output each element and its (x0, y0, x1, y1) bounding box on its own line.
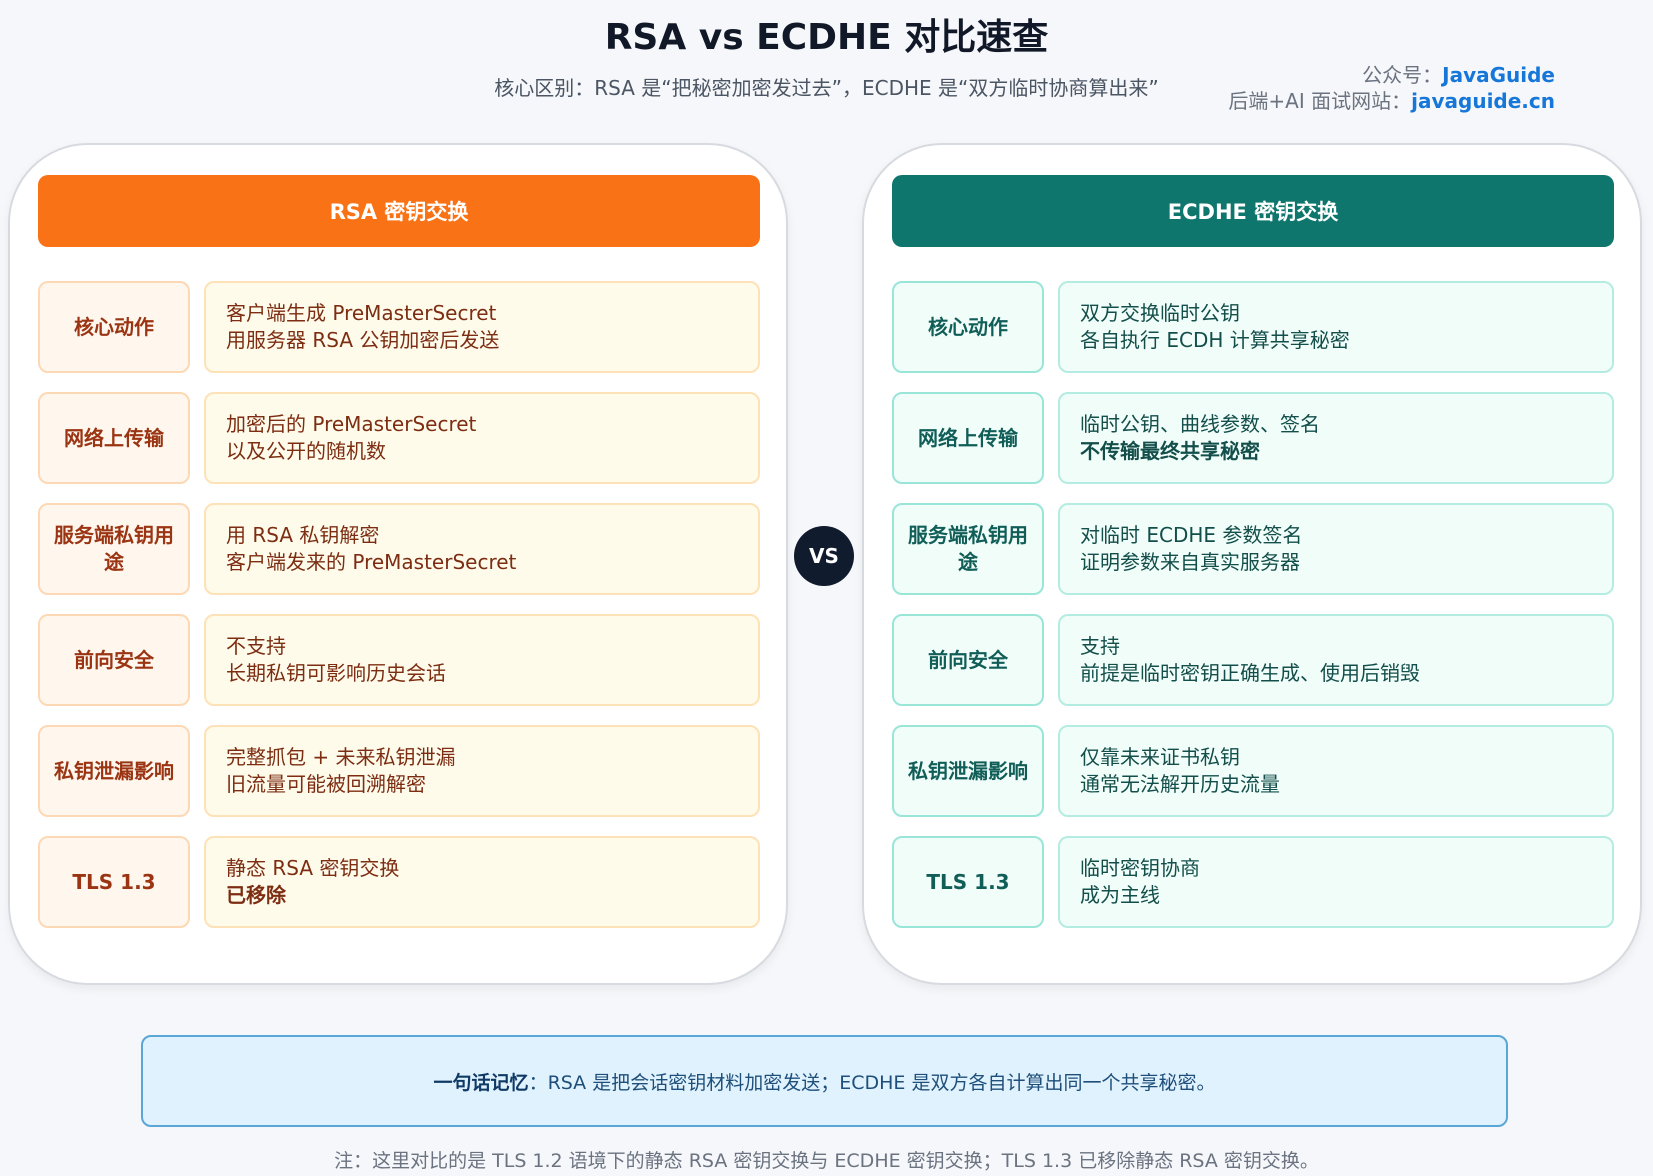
rsa-row-line2: 以及公开的随机数 (226, 439, 386, 463)
rsa-row-line1: 完整抓包 + 未来私钥泄漏 (226, 745, 456, 769)
ecdhe-row-value: 支持 前提是临时密钥正确生成、使用后销毁 (1058, 614, 1614, 706)
footnote: 注：这里对比的是 TLS 1.2 语境下的静态 RSA 密钥交换与 ECDHE … (334, 1150, 1319, 1172)
ecdhe-row-line2: 各自执行 ECDH 计算共享秘密 (1080, 328, 1350, 352)
rsa-row-value: 客户端生成 PreMasterSecret 用服务器 RSA 公钥加密后发送 (204, 281, 760, 373)
ecdhe-row-forward-secrecy: 前向安全 支持 前提是临时密钥正确生成、使用后销毁 (892, 614, 1614, 706)
ecdhe-row-label: 前向安全 (892, 614, 1044, 706)
ecdhe-row-line1: 对临时 ECDHE 参数签名 (1080, 523, 1303, 547)
rsa-row-value: 静态 RSA 密钥交换 已移除 (204, 836, 760, 928)
rsa-row-line2: 已移除 (226, 883, 286, 907)
credit-site-label: 后端+AI 面试网站： (1228, 89, 1412, 113)
rsa-row-value: 加密后的 PreMasterSecret 以及公开的随机数 (204, 392, 760, 484)
credit-site-link[interactable]: javaguide.cn (1411, 89, 1555, 113)
rsa-row-private-key-use: 服务端私钥用途 用 RSA 私钥解密 客户端发来的 PreMasterSecre… (38, 503, 760, 595)
rsa-row-line2: 旧流量可能被回溯解密 (226, 772, 426, 796)
page-title: RSA vs ECDHE 对比速查 (604, 17, 1049, 58)
credit-line-site: 后端+AI 面试网站：javaguide.cn (1228, 88, 1555, 114)
ecdhe-panel-header: ECDHE 密钥交换 (892, 175, 1614, 247)
rsa-row-line2: 用服务器 RSA 公钥加密后发送 (226, 328, 500, 352)
ecdhe-row-network: 网络上传输 临时公钥、曲线参数、签名 不传输最终共享秘密 (892, 392, 1614, 484)
rsa-row-value: 不支持 长期私钥可影响历史会话 (204, 614, 760, 706)
rsa-row-label: 网络上传输 (38, 392, 190, 484)
ecdhe-row-value: 双方交换临时公钥 各自执行 ECDH 计算共享秘密 (1058, 281, 1614, 373)
ecdhe-row-line2: 不传输最终共享秘密 (1080, 439, 1260, 463)
rsa-row-value: 用 RSA 私钥解密 客户端发来的 PreMasterSecret (204, 503, 760, 595)
rsa-row-label: 核心动作 (38, 281, 190, 373)
ecdhe-row-line1: 双方交换临时公钥 (1080, 301, 1240, 325)
ecdhe-row-label: 私钥泄漏影响 (892, 725, 1044, 817)
ecdhe-row-label: TLS 1.3 (892, 836, 1044, 928)
ecdhe-row-label: 核心动作 (892, 281, 1044, 373)
rsa-row-label: 服务端私钥用途 (38, 503, 190, 595)
ecdhe-row-line2: 成为主线 (1080, 883, 1160, 907)
rsa-row-line1: 不支持 (226, 634, 286, 658)
rsa-row-network: 网络上传输 加密后的 PreMasterSecret 以及公开的随机数 (38, 392, 760, 484)
rsa-row-line2: 客户端发来的 PreMasterSecret (226, 550, 517, 574)
rsa-row-value: 完整抓包 + 未来私钥泄漏 旧流量可能被回溯解密 (204, 725, 760, 817)
ecdhe-row-value: 临时密钥协商 成为主线 (1058, 836, 1614, 928)
memo-box: 一句话记忆 ：RSA 是把会话密钥材料加密发送；ECDHE 是双方各自计算出同一个… (141, 1035, 1508, 1127)
ecdhe-row-label: 网络上传输 (892, 392, 1044, 484)
rsa-panel: RSA 密钥交换 核心动作 客户端生成 PreMasterSecret 用服务器… (8, 143, 788, 985)
rsa-row-line2: 长期私钥可影响历史会话 (226, 661, 446, 685)
credit-wechat-label: 公众号： (1362, 63, 1443, 87)
credit-block: 公众号：JavaGuide 后端+AI 面试网站：javaguide.cn (1228, 62, 1555, 114)
credit-wechat-link[interactable]: JavaGuide (1442, 63, 1555, 87)
rsa-row-key-leak: 私钥泄漏影响 完整抓包 + 未来私钥泄漏 旧流量可能被回溯解密 (38, 725, 760, 817)
memo-lead: 一句话记忆 (433, 1071, 529, 1094)
ecdhe-row-line2: 证明参数来自真实服务器 (1080, 550, 1300, 574)
ecdhe-row-line1: 仅靠未来证书私钥 (1080, 745, 1240, 769)
credit-line-wechat: 公众号：JavaGuide (1228, 62, 1555, 88)
rsa-row-label: TLS 1.3 (38, 836, 190, 928)
rsa-row-line1: 客户端生成 PreMasterSecret (226, 301, 497, 325)
rsa-row-label: 前向安全 (38, 614, 190, 706)
rsa-row-line1: 用 RSA 私钥解密 (226, 523, 380, 547)
rsa-row-core-action: 核心动作 客户端生成 PreMasterSecret 用服务器 RSA 公钥加密… (38, 281, 760, 373)
ecdhe-row-private-key-use: 服务端私钥用途 对临时 ECDHE 参数签名 证明参数来自真实服务器 (892, 503, 1614, 595)
ecdhe-row-key-leak: 私钥泄漏影响 仅靠未来证书私钥 通常无法解开历史流量 (892, 725, 1614, 817)
ecdhe-row-value: 临时公钥、曲线参数、签名 不传输最终共享秘密 (1058, 392, 1614, 484)
ecdhe-row-value: 对临时 ECDHE 参数签名 证明参数来自真实服务器 (1058, 503, 1614, 595)
rsa-row-tls13: TLS 1.3 静态 RSA 密钥交换 已移除 (38, 836, 760, 928)
ecdhe-row-line1: 临时密钥协商 (1080, 856, 1200, 880)
ecdhe-row-line2: 通常无法解开历史流量 (1080, 772, 1280, 796)
memo-text: ：RSA 是把会话密钥材料加密发送；ECDHE 是双方各自计算出同一个共享秘密。 (528, 1071, 1216, 1094)
ecdhe-row-core-action: 核心动作 双方交换临时公钥 各自执行 ECDH 计算共享秘密 (892, 281, 1614, 373)
ecdhe-row-line1: 临时公钥、曲线参数、签名 (1080, 412, 1320, 436)
ecdhe-row-tls13: TLS 1.3 临时密钥协商 成为主线 (892, 836, 1614, 928)
rsa-row-line1: 加密后的 PreMasterSecret (226, 412, 477, 436)
rsa-row-forward-secrecy: 前向安全 不支持 长期私钥可影响历史会话 (38, 614, 760, 706)
ecdhe-row-line2: 前提是临时密钥正确生成、使用后销毁 (1080, 661, 1420, 685)
ecdhe-row-label: 服务端私钥用途 (892, 503, 1044, 595)
rsa-panel-header: RSA 密钥交换 (38, 175, 760, 247)
ecdhe-row-line1: 支持 (1080, 634, 1120, 658)
vs-badge: VS (794, 526, 854, 586)
ecdhe-row-value: 仅靠未来证书私钥 通常无法解开历史流量 (1058, 725, 1614, 817)
rsa-row-label: 私钥泄漏影响 (38, 725, 190, 817)
ecdhe-panel: ECDHE 密钥交换 核心动作 双方交换临时公钥 各自执行 ECDH 计算共享秘… (862, 143, 1642, 985)
rsa-row-line1: 静态 RSA 密钥交换 (226, 856, 400, 880)
